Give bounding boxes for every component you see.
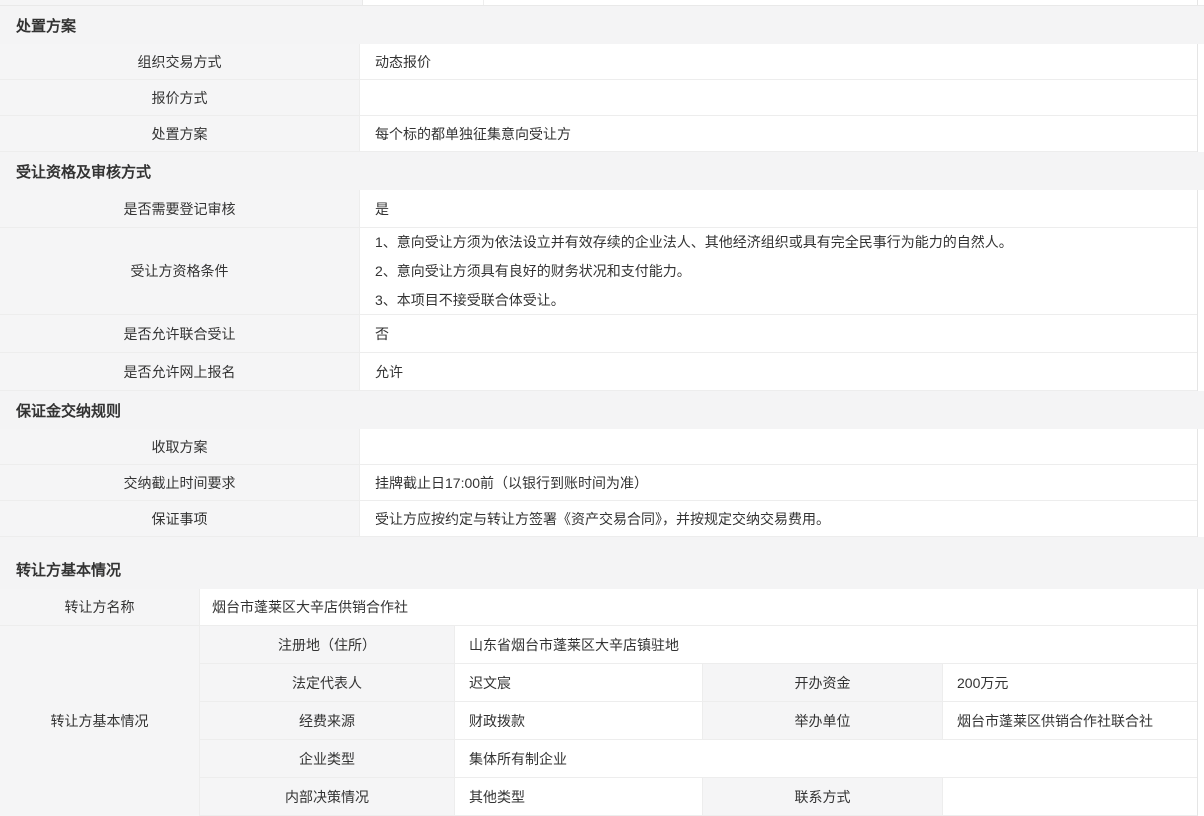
sliver-cell xyxy=(484,0,1198,5)
deposit-rules-table: 收取方案 交纳截止时间要求 挂牌截止日17:00前（以银行到账时间为准） 保证事… xyxy=(0,429,1198,537)
row-legal-representative: 法定代表人 迟文宸 开办资金 200万元 xyxy=(200,664,1197,702)
row-value: 1、意向受让方须为依法设立并有效存续的企业法人、其他经济组织或具有完全民事行为能… xyxy=(360,228,1197,314)
row-qualification-conditions: 受让方资格条件 1、意向受让方须为依法设立并有效存续的企业法人、其他经济组织或具… xyxy=(0,228,1197,315)
row-value-contact xyxy=(943,778,1197,815)
row-label: 法定代表人 xyxy=(200,664,455,701)
row-registration-review: 是否需要登记审核 是 xyxy=(0,190,1197,228)
row-value: 迟文宸 xyxy=(455,664,703,701)
row-value: 动态报价 xyxy=(360,44,1197,79)
row-label: 是否需要登记审核 xyxy=(0,190,360,227)
row-label: 是否允许联合受让 xyxy=(0,315,360,352)
sliver-label-cell xyxy=(0,0,363,5)
disposal-plan-table: 组织交易方式 动态报价 报价方式 处置方案 每个标的都单独征集意向受让方 xyxy=(0,44,1198,152)
row-value: 挂牌截止日17:00前（以银行到账时间为准） xyxy=(360,465,1197,500)
row-label: 企业类型 xyxy=(200,740,455,777)
row-value: 允许 xyxy=(360,353,1197,390)
transferor-detail-group: 转让方基本情况 注册地（住所） 山东省烟台市蓬莱区大辛店镇驻地 法定代表人 迟文… xyxy=(0,626,1197,816)
row-transferor-name: 转让方名称 烟台市蓬莱区大辛店供销合作社 xyxy=(0,589,1197,626)
row-label-startup-capital: 开办资金 xyxy=(703,664,943,701)
section-title-transferor-info: 转让方基本情况 xyxy=(0,549,1204,589)
row-internal-decision: 内部决策情况 其他类型 联系方式 xyxy=(200,778,1197,816)
row-label: 转让方名称 xyxy=(0,589,200,625)
row-trade-method: 组织交易方式 动态报价 xyxy=(0,44,1197,80)
row-label-contact: 联系方式 xyxy=(703,778,943,815)
row-value: 山东省烟台市蓬莱区大辛店镇驻地 xyxy=(455,626,1197,663)
row-value-organizer: 烟台市蓬莱区供销合作社联合社 xyxy=(943,702,1197,739)
row-value: 集体所有制企业 xyxy=(455,740,1197,777)
row-label: 内部决策情况 xyxy=(200,778,455,815)
row-label: 受让方资格条件 xyxy=(0,228,360,314)
row-online-signup: 是否允许网上报名 允许 xyxy=(0,353,1197,391)
transferee-qualification-table: 是否需要登记审核 是 受让方资格条件 1、意向受让方须为依法设立并有效存续的企业… xyxy=(0,190,1198,391)
transferor-info-table: 转让方名称 烟台市蓬莱区大辛店供销合作社 转让方基本情况 注册地（住所） 山东省… xyxy=(0,589,1198,816)
section-title-disposal-plan: 处置方案 xyxy=(0,6,1204,44)
row-value xyxy=(360,429,1197,464)
sliver-cell xyxy=(363,0,484,5)
row-payment-deadline: 交纳截止时间要求 挂牌截止日17:00前（以银行到账时间为准） xyxy=(0,465,1197,501)
row-funding-source: 经费来源 财政拨款 举办单位 烟台市蓬莱区供销合作社联合社 xyxy=(200,702,1197,740)
qualification-line: 2、意向受让方须具有良好的财务状况和支付能力。 xyxy=(375,257,691,286)
row-label: 处置方案 xyxy=(0,116,360,151)
row-value xyxy=(360,80,1197,115)
row-value: 是 xyxy=(360,190,1197,227)
qualification-line: 3、本项目不接受联合体受让。 xyxy=(375,286,565,315)
row-quote-method: 报价方式 xyxy=(0,80,1197,116)
row-label: 组织交易方式 xyxy=(0,44,360,79)
section-gap xyxy=(0,537,1204,549)
row-value: 财政拨款 xyxy=(455,702,703,739)
row-value: 烟台市蓬莱区大辛店供销合作社 xyxy=(200,589,1197,625)
row-joint-transfer: 是否允许联合受让 否 xyxy=(0,315,1197,353)
row-guarantee-matters: 保证事项 受让方应按约定与转让方签署《资产交易合同》，并按规定交纳交易费用。 xyxy=(0,501,1197,537)
qualification-line: 1、意向受让方须为依法设立并有效存续的企业法人、其他经济组织或具有完全民事行为能… xyxy=(375,228,1013,257)
group-label: 转让方基本情况 xyxy=(0,626,200,816)
row-value: 受让方应按约定与转让方签署《资产交易合同》，并按规定交纳交易费用。 xyxy=(360,501,1197,536)
row-collection-plan: 收取方案 xyxy=(0,429,1197,465)
row-label: 收取方案 xyxy=(0,429,360,464)
row-value: 每个标的都单独征集意向受让方 xyxy=(360,116,1197,151)
row-label: 交纳截止时间要求 xyxy=(0,465,360,500)
row-value-startup-capital: 200万元 xyxy=(943,664,1197,701)
row-label: 报价方式 xyxy=(0,80,360,115)
row-registered-address: 注册地（住所） 山东省烟台市蓬莱区大辛店镇驻地 xyxy=(200,626,1197,664)
row-label: 保证事项 xyxy=(0,501,360,536)
section-title-transferee-qualification: 受让资格及审核方式 xyxy=(0,152,1204,190)
row-value: 否 xyxy=(360,315,1197,352)
section-title-deposit-rules: 保证金交纳规则 xyxy=(0,391,1204,429)
row-disposal-plan: 处置方案 每个标的都单独征集意向受让方 xyxy=(0,116,1197,152)
row-value: 其他类型 xyxy=(455,778,703,815)
row-label: 经费来源 xyxy=(200,702,455,739)
row-label: 是否允许网上报名 xyxy=(0,353,360,390)
row-label: 注册地（住所） xyxy=(200,626,455,663)
row-enterprise-type: 企业类型 集体所有制企业 xyxy=(200,740,1197,778)
row-label-organizer: 举办单位 xyxy=(703,702,943,739)
